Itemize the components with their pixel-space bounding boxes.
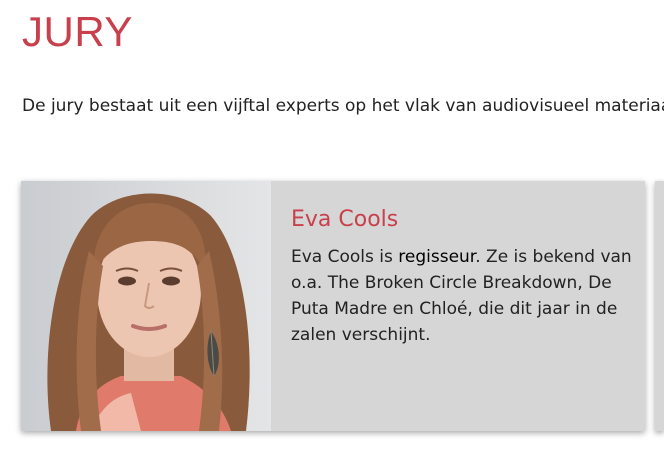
jury-member-bio: Eva Cools is regisseur. Ze is bekend van… (291, 244, 636, 348)
intro-text: De jury bestaat uit een vijftal experts … (22, 96, 664, 116)
next-card-edge (655, 181, 664, 431)
page-title: JURY (22, 8, 133, 55)
jury-member-name: Eva Cools (291, 207, 399, 232)
jury-member-card: Eva Cools Eva Cools is regisseur. Ze is … (21, 181, 645, 431)
jury-member-photo (21, 181, 271, 431)
bio-role: regisseur (398, 247, 476, 267)
bio-text-start: Eva Cools is (291, 247, 399, 267)
